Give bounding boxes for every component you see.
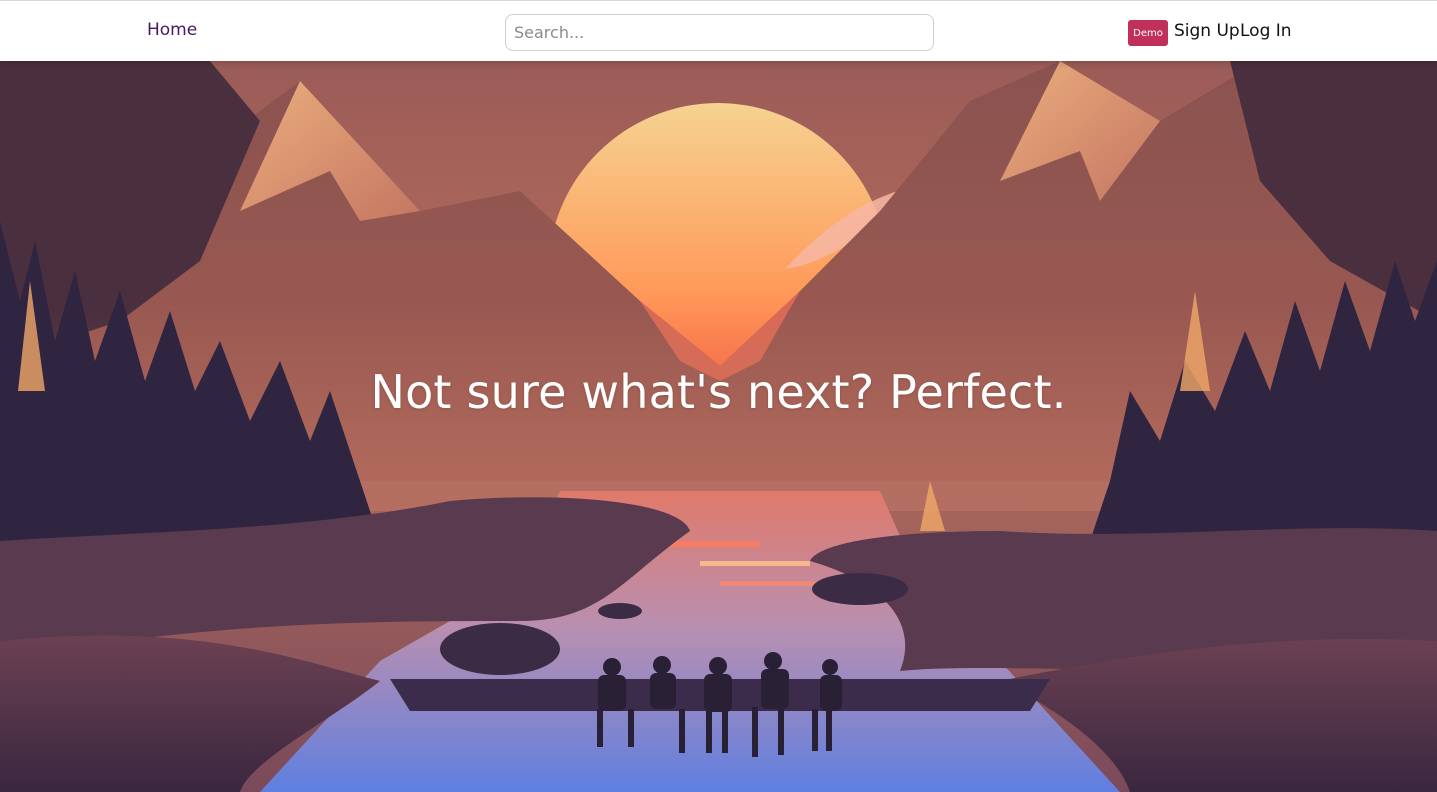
search-input[interactable] [505, 14, 934, 51]
home-link[interactable]: Home [147, 20, 197, 40]
sunset-lake-illustration [0, 61, 1437, 792]
hero-title: Not sure what's next? Perfect. [370, 365, 1067, 419]
log-in-link[interactable]: Log In [1240, 21, 1292, 41]
demo-button[interactable]: Demo [1128, 20, 1168, 46]
top-navbar: Home Demo Sign Up Log In [0, 0, 1437, 61]
hero-banner: Not sure what's next? Perfect. [0, 61, 1437, 792]
sign-up-link[interactable]: Sign Up [1174, 21, 1240, 41]
